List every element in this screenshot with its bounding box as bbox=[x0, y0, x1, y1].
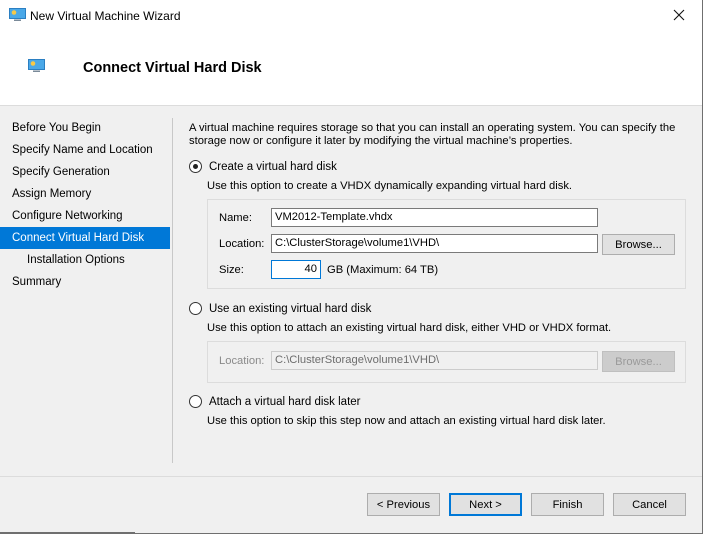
step-installation-options[interactable]: Installation Options bbox=[0, 249, 170, 271]
step-summary[interactable]: Summary bbox=[0, 271, 170, 293]
size-unit-label: GB (Maximum: 64 TB) bbox=[327, 264, 439, 276]
page-title: Connect Virtual Hard Disk bbox=[83, 60, 262, 76]
step-before-you-begin[interactable]: Before You Begin bbox=[0, 117, 170, 139]
intro-text: A virtual machine requires storage so th… bbox=[189, 122, 689, 148]
intro-line-2: storage now or configure it later by mod… bbox=[189, 135, 573, 147]
wizard-steps: Before You Begin Specify Name and Locati… bbox=[0, 117, 170, 293]
existing-vhd-radio[interactable]: Use an existing virtual hard disk bbox=[189, 302, 371, 315]
name-input[interactable] bbox=[271, 208, 598, 227]
location-input[interactable] bbox=[271, 234, 598, 253]
existing-location-label: Location: bbox=[219, 355, 265, 367]
existing-vhd-label: Use an existing virtual hard disk bbox=[209, 302, 372, 315]
title-bar: New Virtual Machine Wizard bbox=[0, 0, 702, 32]
step-connect-virtual-hard-disk[interactable]: Connect Virtual Hard Disk bbox=[0, 227, 170, 249]
wizard-header: Connect Virtual Hard Disk bbox=[0, 32, 702, 106]
sidebar-divider bbox=[172, 118, 173, 463]
attach-later-description: Use this option to skip this step now an… bbox=[207, 415, 606, 427]
size-input[interactable] bbox=[271, 260, 321, 279]
virtual-machine-icon bbox=[9, 8, 26, 25]
step-specify-generation[interactable]: Specify Generation bbox=[0, 161, 170, 183]
browse-button[interactable]: Browse... bbox=[602, 234, 675, 255]
close-button[interactable] bbox=[656, 0, 702, 32]
radio-checked-icon bbox=[189, 160, 202, 173]
intro-line-1: A virtual machine requires storage so th… bbox=[189, 122, 676, 134]
name-label: Name: bbox=[219, 212, 252, 224]
step-configure-networking[interactable]: Configure Networking bbox=[0, 205, 170, 227]
next-button[interactable]: Next > bbox=[449, 493, 522, 516]
attach-later-radio[interactable]: Attach a virtual hard disk later bbox=[189, 395, 361, 408]
existing-location-input[interactable] bbox=[271, 351, 598, 370]
wizard-window: New Virtual Machine Wizard Connect Virtu… bbox=[0, 0, 703, 534]
close-icon bbox=[673, 9, 685, 24]
virtual-machine-icon bbox=[28, 59, 45, 76]
radio-unchecked-icon bbox=[189, 395, 202, 408]
step-assign-memory[interactable]: Assign Memory bbox=[0, 183, 170, 205]
create-vhd-label: Create a virtual hard disk bbox=[209, 160, 337, 173]
create-vhd-radio[interactable]: Create a virtual hard disk bbox=[189, 160, 337, 173]
location-label: Location: bbox=[219, 238, 265, 250]
window-title: New Virtual Machine Wizard bbox=[30, 9, 181, 23]
existing-vhd-description: Use this option to attach an existing vi… bbox=[207, 322, 612, 334]
step-specify-name-and-location[interactable]: Specify Name and Location bbox=[0, 139, 170, 161]
footer-separator bbox=[0, 476, 702, 477]
cancel-button[interactable]: Cancel bbox=[613, 493, 686, 516]
existing-browse-button[interactable]: Browse... bbox=[602, 351, 675, 372]
create-vhd-description: Use this option to create a VHDX dynamic… bbox=[207, 180, 573, 192]
size-label: Size: bbox=[219, 264, 244, 276]
attach-later-label: Attach a virtual hard disk later bbox=[209, 395, 361, 408]
finish-button[interactable]: Finish bbox=[531, 493, 604, 516]
radio-unchecked-icon bbox=[189, 302, 202, 315]
previous-button[interactable]: < Previous bbox=[367, 493, 440, 516]
